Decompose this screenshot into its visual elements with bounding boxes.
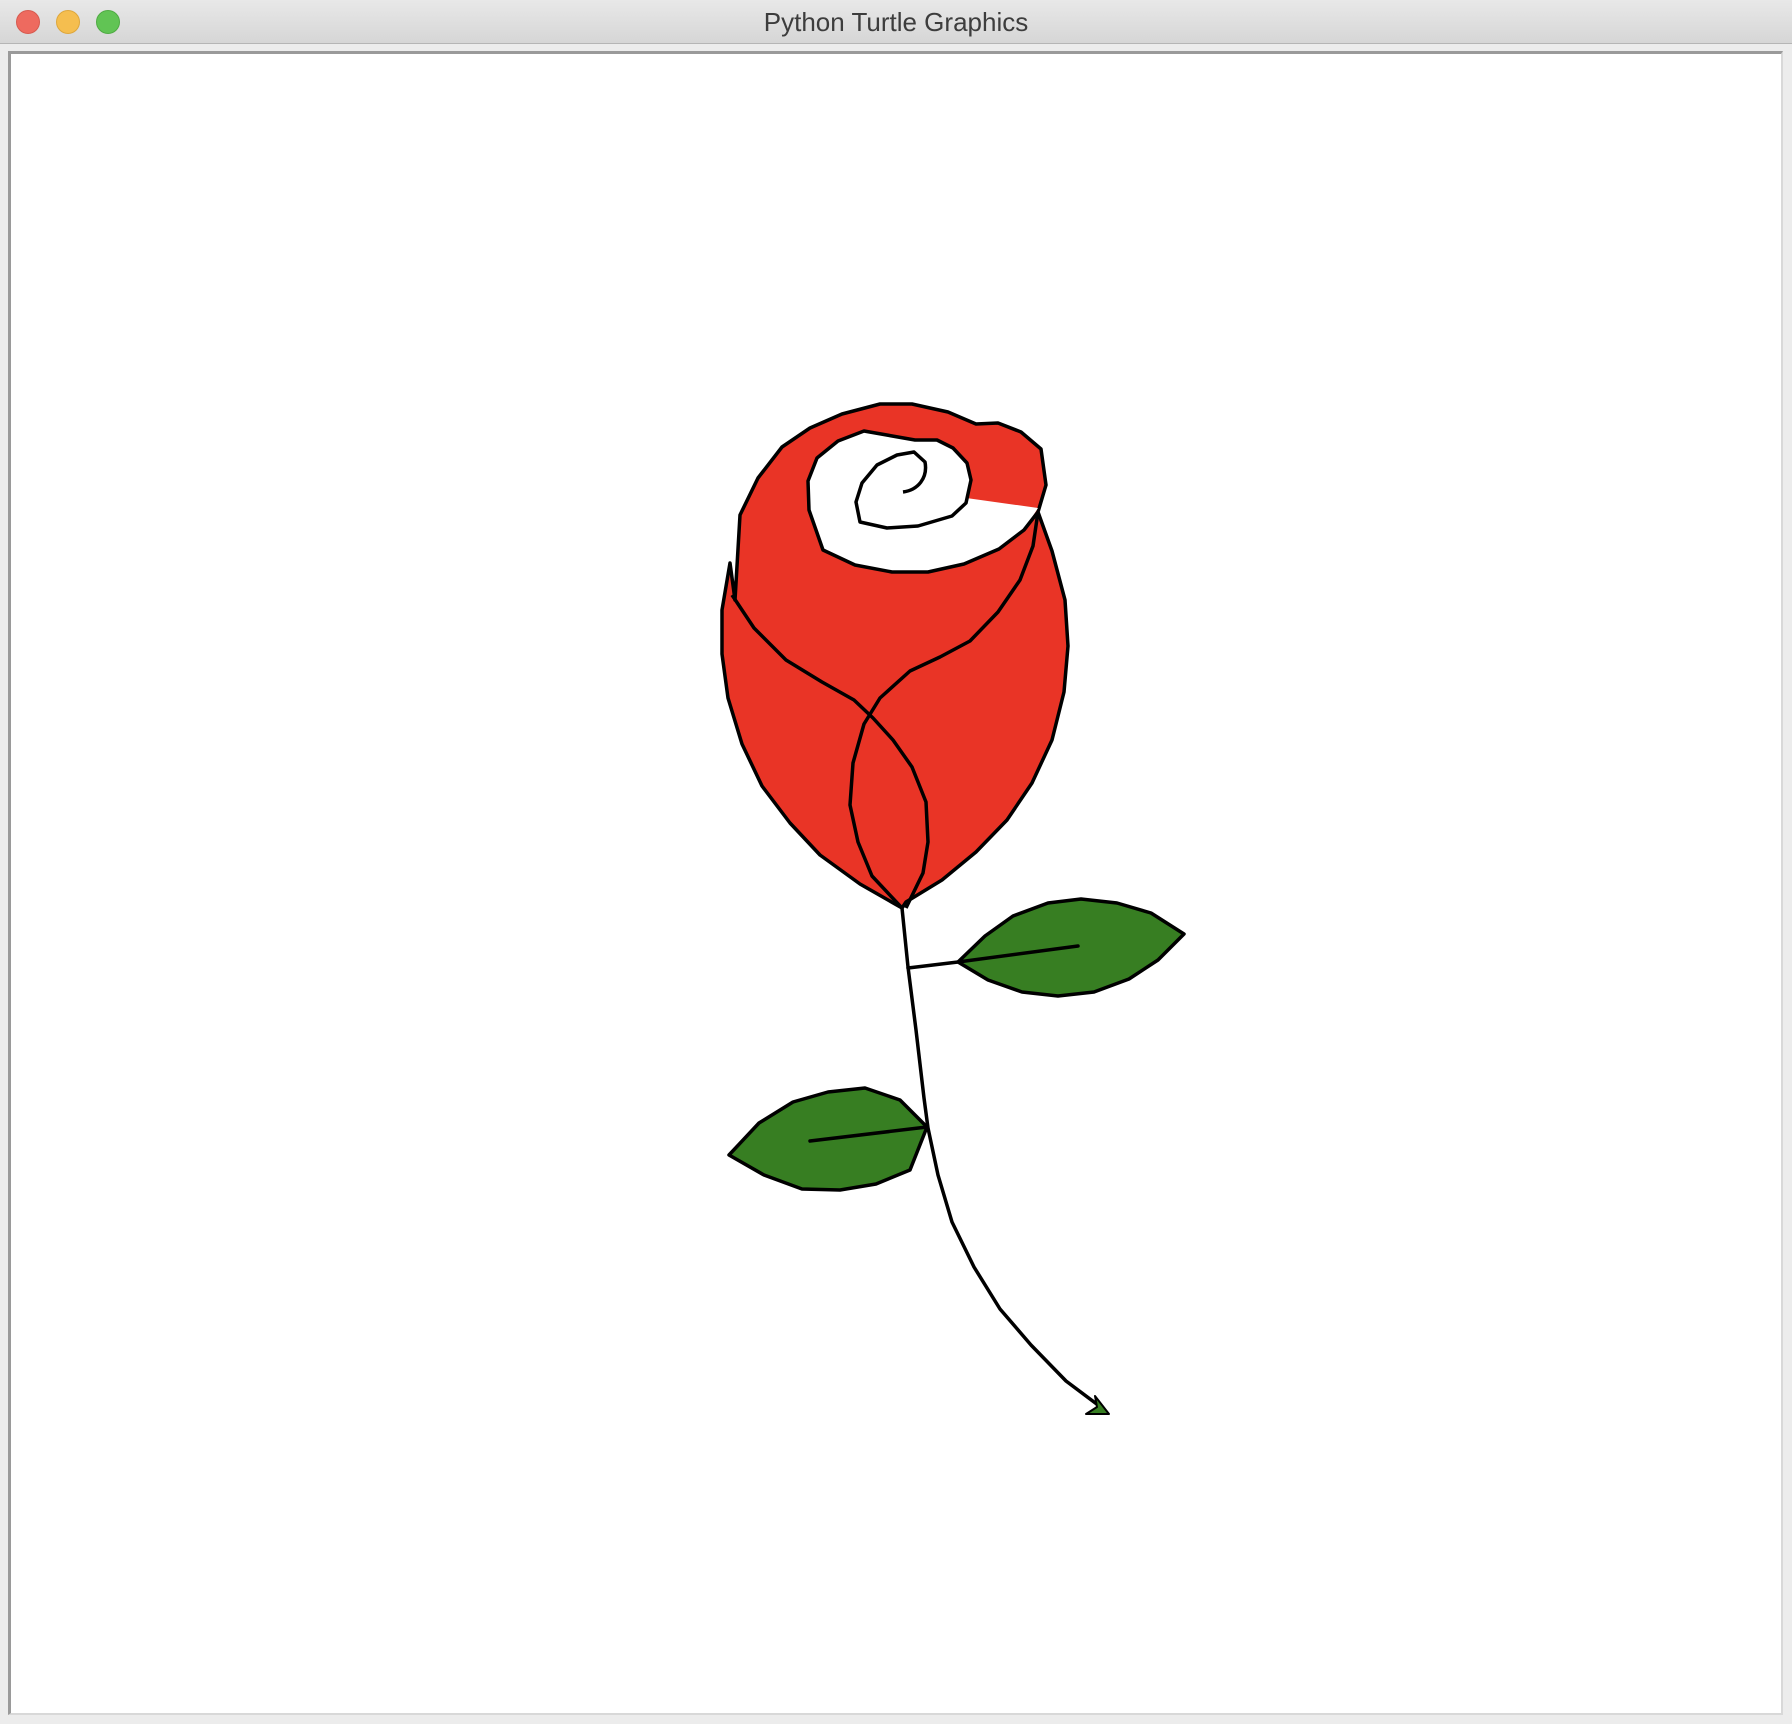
rose-drawing: [720, 402, 1186, 1415]
turtle-window: Python Turtle Graphics: [0, 0, 1792, 1724]
